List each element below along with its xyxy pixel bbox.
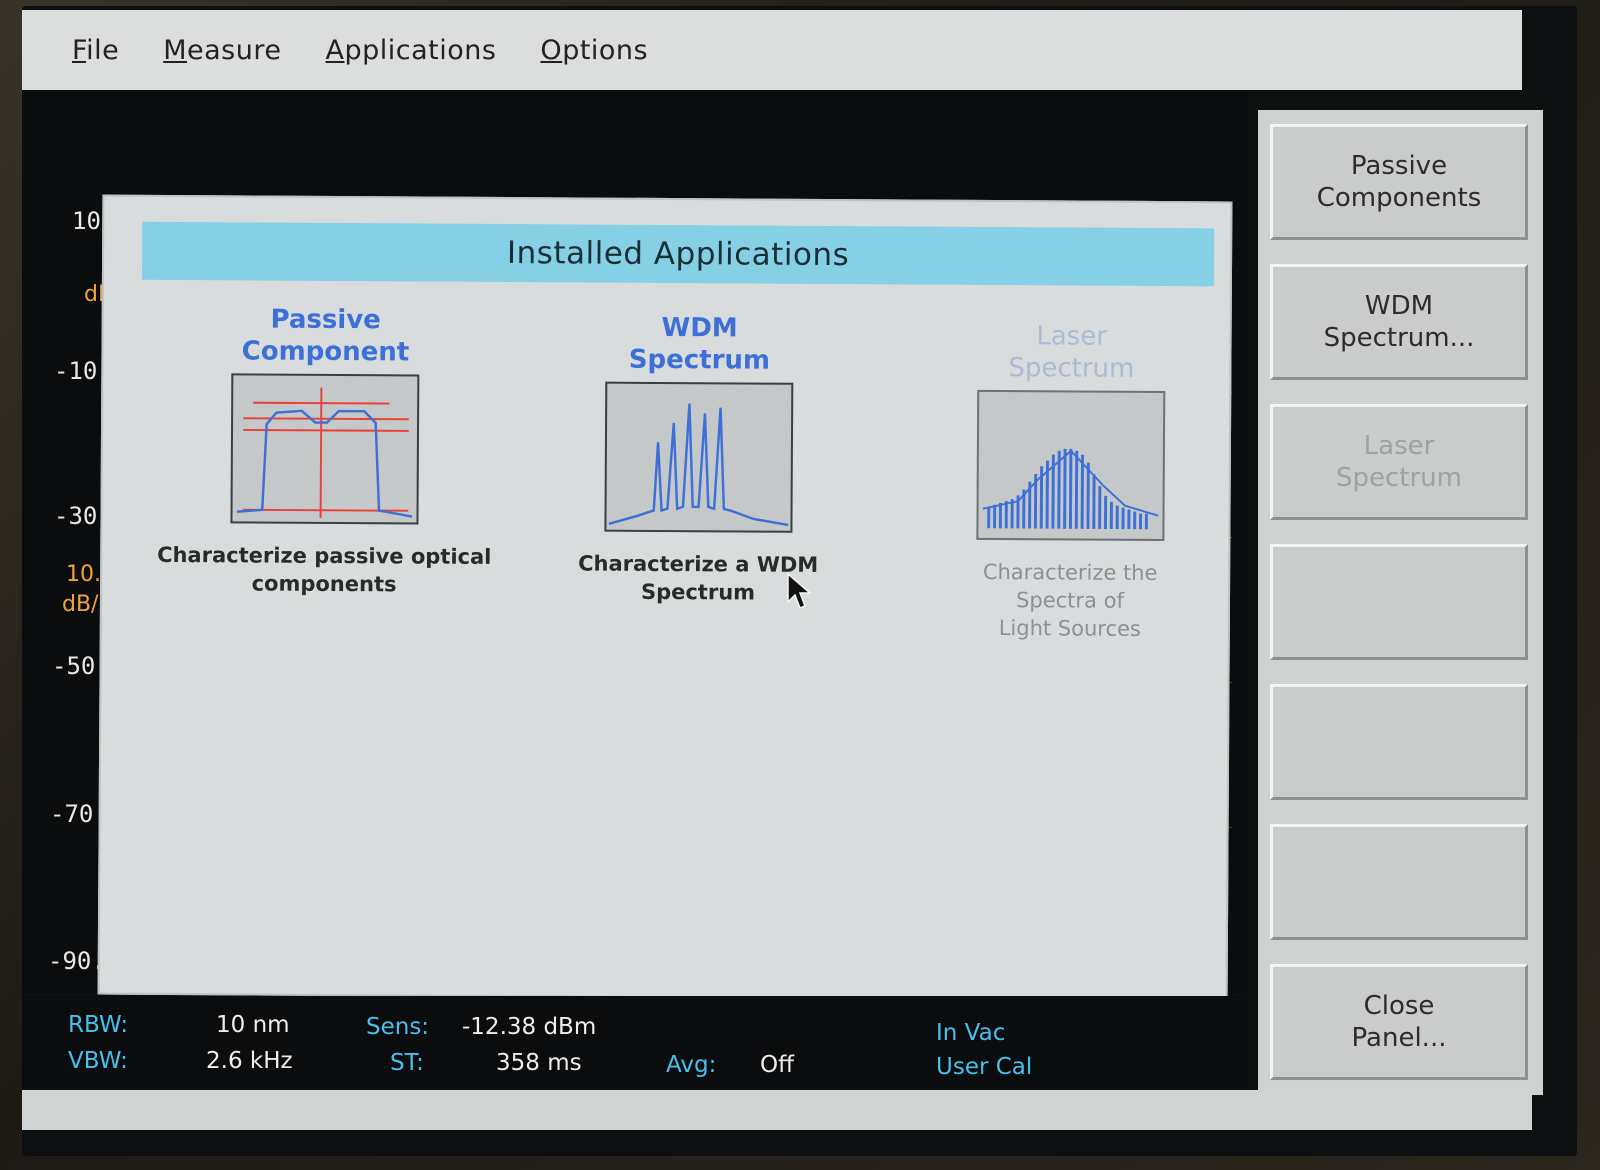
passive-component-graphic (236, 387, 413, 519)
dialog-title: Installed Applications (141, 221, 1215, 287)
vbw-value: 2.6 kHz (206, 1048, 293, 1074)
st-value: 358 ms (496, 1050, 582, 1076)
wdm-spectrum-icon[interactable] (604, 381, 794, 533)
scale-unit-label: dB/ (62, 592, 99, 617)
bottom-panel-strip (22, 1090, 1532, 1130)
wdm-spectrum-graphic (608, 403, 789, 527)
app-description: Characterize a WDM Spectrum (578, 551, 819, 605)
app-name: Laser Spectrum (1008, 321, 1135, 384)
vbw-label: VBW: (68, 1048, 128, 1074)
laser-spectrum-icon (976, 389, 1166, 542)
softkey-close-panel[interactable]: Close Panel... (1270, 964, 1528, 1080)
app-passive-component[interactable]: Passive Component Characterize passive o… (154, 303, 496, 599)
menu-bar: File Measure Applications Options (22, 10, 1522, 90)
softkey-blank-4[interactable] (1270, 544, 1528, 660)
menu-measure[interactable]: Measure (163, 35, 281, 66)
status-bar: RBW: 10 nm VBW: 2.6 kHz Sens: -12.38 dBm… (22, 996, 1247, 1088)
app-description: Characterize passive optical components (157, 542, 492, 597)
menu-file[interactable]: File (72, 35, 119, 66)
app-description: Characterize the Spectra of Light Source… (982, 559, 1158, 641)
softkey-blank-5[interactable] (1270, 684, 1528, 800)
st-label: ST: (390, 1050, 424, 1076)
avg-label: Avg: (666, 1052, 717, 1078)
menu-applications[interactable]: Applications (325, 35, 496, 66)
calibration-indicator: User Cal (936, 1054, 1033, 1080)
rbw-label: RBW: (68, 1012, 129, 1038)
app-name: Passive Component (241, 304, 410, 368)
medium-indicator: In Vac (936, 1020, 1006, 1046)
mouse-pointer-icon (787, 572, 813, 609)
app-laser-spectrum: Laser Spectrum Characterize the Spectra … (900, 319, 1242, 643)
passive-component-icon[interactable] (230, 373, 420, 525)
softkey-laser-spectrum: Laser Spectrum (1270, 404, 1528, 520)
softkey-wdm-spectrum[interactable]: WDM Spectrum... (1270, 264, 1528, 380)
softkey-panel: Passive Components WDM Spectrum... Laser… (1258, 110, 1543, 1095)
app-wdm-spectrum[interactable]: WDM Spectrum Characterize a WDM Spectrum (528, 311, 870, 607)
avg-value: Off (760, 1052, 794, 1078)
sens-label: Sens: (366, 1014, 430, 1040)
sens-value: -12.38 dBm (462, 1014, 597, 1040)
softkey-passive-components[interactable]: Passive Components (1270, 124, 1528, 240)
softkey-blank-6[interactable] (1270, 824, 1528, 940)
menu-options[interactable]: Options (540, 35, 648, 66)
laser-spectrum-graphic (982, 448, 1159, 530)
installed-applications-dialog: Installed Applications Passive Component… (97, 194, 1233, 1002)
rbw-value: 10 nm (216, 1012, 290, 1038)
app-name: WDM Spectrum (628, 312, 771, 376)
